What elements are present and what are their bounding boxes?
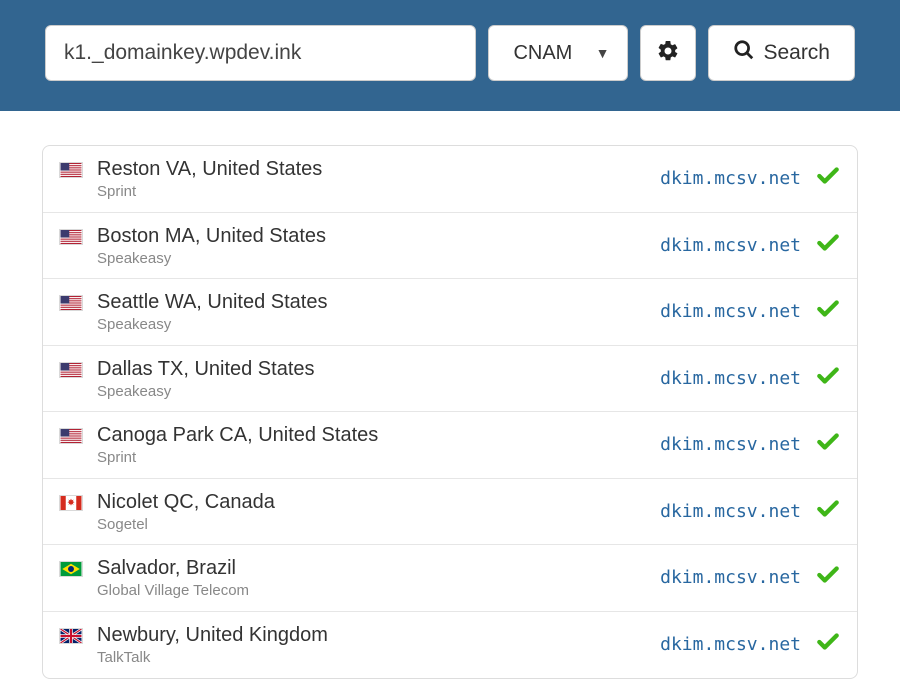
location-name: Salvador, Brazil	[97, 555, 660, 581]
br-flag-icon	[59, 561, 83, 577]
location-name: Newbury, United Kingdom	[97, 622, 660, 648]
provider-name: Global Village Telecom	[97, 581, 660, 601]
us-flag-icon	[59, 229, 83, 245]
result-row[interactable]: Reston VA, United StatesSprintdkim.mcsv.…	[43, 146, 857, 213]
location-column: Seattle WA, United StatesSpeakeasy	[97, 289, 660, 335]
location-name: Boston MA, United States	[97, 223, 660, 249]
provider-name: Speakeasy	[97, 249, 660, 269]
provider-name: Sogetel	[97, 515, 660, 535]
result-value: dkim.mcsv.net	[660, 235, 801, 256]
settings-button[interactable]	[640, 25, 696, 81]
location-name: Reston VA, United States	[97, 156, 660, 182]
success-check-icon	[815, 230, 841, 261]
ca-flag-icon	[59, 495, 83, 511]
result-value: dkim.mcsv.net	[660, 368, 801, 389]
provider-name: TalkTalk	[97, 648, 660, 668]
us-flag-icon	[59, 362, 83, 378]
provider-name: Sprint	[97, 182, 660, 202]
gear-icon	[656, 39, 680, 68]
result-row[interactable]: Dallas TX, United StatesSpeakeasydkim.mc…	[43, 346, 857, 413]
location-name: Canoga Park CA, United States	[97, 422, 660, 448]
location-column: Reston VA, United StatesSprint	[97, 156, 660, 202]
result-row[interactable]: Newbury, United KingdomTalkTalkdkim.mcsv…	[43, 612, 857, 678]
domain-input[interactable]	[45, 25, 476, 81]
provider-name: Speakeasy	[97, 382, 660, 402]
location-column: Dallas TX, United StatesSpeakeasy	[97, 356, 660, 402]
success-check-icon	[815, 363, 841, 394]
success-check-icon	[815, 562, 841, 593]
location-column: Newbury, United KingdomTalkTalk	[97, 622, 660, 668]
provider-name: Speakeasy	[97, 315, 660, 335]
result-value: dkim.mcsv.net	[660, 634, 801, 655]
gb-flag-icon	[59, 628, 83, 644]
result-value: dkim.mcsv.net	[660, 434, 801, 455]
location-name: Nicolet QC, Canada	[97, 489, 660, 515]
search-button-label: Search	[763, 41, 830, 65]
location-column: Nicolet QC, CanadaSogetel	[97, 489, 660, 535]
record-type-value: CNAME	[513, 42, 573, 65]
result-value: dkim.mcsv.net	[660, 301, 801, 322]
success-check-icon	[815, 163, 841, 194]
result-row[interactable]: Canoga Park CA, United StatesSprintdkim.…	[43, 412, 857, 479]
location-name: Dallas TX, United States	[97, 356, 660, 382]
success-check-icon	[815, 429, 841, 460]
location-name: Seattle WA, United States	[97, 289, 660, 315]
success-check-icon	[815, 496, 841, 527]
result-value: dkim.mcsv.net	[660, 501, 801, 522]
location-column: Canoga Park CA, United StatesSprint	[97, 422, 660, 468]
result-row[interactable]: Salvador, BrazilGlobal Village Telecomdk…	[43, 545, 857, 612]
chevron-down-icon: ▼	[596, 45, 610, 61]
result-value: dkim.mcsv.net	[660, 168, 801, 189]
results-container: Reston VA, United StatesSprintdkim.mcsv.…	[0, 111, 900, 679]
result-row[interactable]: Seattle WA, United StatesSpeakeasydkim.m…	[43, 279, 857, 346]
success-check-icon	[815, 296, 841, 327]
record-type-select[interactable]: CNAME ▼	[488, 25, 628, 81]
us-flag-icon	[59, 162, 83, 178]
search-header: CNAME ▼ Search	[0, 0, 900, 111]
result-row[interactable]: Boston MA, United StatesSpeakeasydkim.mc…	[43, 213, 857, 280]
location-column: Salvador, BrazilGlobal Village Telecom	[97, 555, 660, 601]
result-value: dkim.mcsv.net	[660, 567, 801, 588]
search-icon	[733, 39, 755, 67]
success-check-icon	[815, 629, 841, 660]
results-list: Reston VA, United StatesSprintdkim.mcsv.…	[42, 145, 858, 679]
us-flag-icon	[59, 428, 83, 444]
us-flag-icon	[59, 295, 83, 311]
result-row[interactable]: Nicolet QC, CanadaSogeteldkim.mcsv.net	[43, 479, 857, 546]
location-column: Boston MA, United StatesSpeakeasy	[97, 223, 660, 269]
provider-name: Sprint	[97, 448, 660, 468]
search-button[interactable]: Search	[708, 25, 855, 81]
